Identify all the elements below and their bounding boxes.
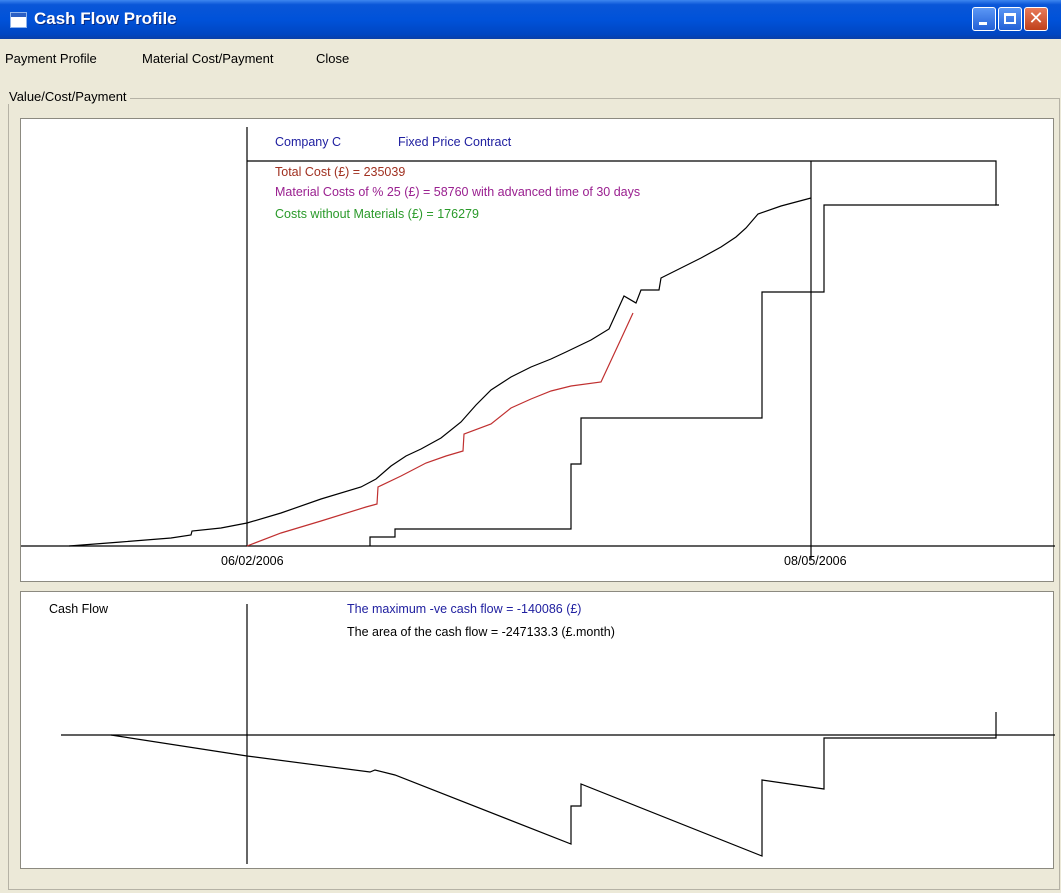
cash-flow-curve — [110, 712, 997, 857]
payment-step-line — [369, 204, 996, 546]
contract-label: Fixed Price Contract — [398, 135, 512, 149]
total-cost-label: Total Cost (£) = 235039 — [275, 165, 405, 179]
maximize-button[interactable] — [998, 7, 1022, 31]
total-cost-curve — [68, 197, 812, 547]
close-icon: ✕ — [1028, 8, 1044, 29]
title-bar: Cash Flow Profile ✕ — [0, 0, 1061, 39]
menu-bar: Payment Profile Material Cost/Payment Cl… — [0, 39, 1061, 73]
menu-payment-profile[interactable]: Payment Profile — [5, 51, 97, 66]
menu-material-cost-payment[interactable]: Material Cost/Payment — [142, 51, 274, 66]
cash-flow-area: The area of the cash flow = -247133.3 (£… — [347, 625, 615, 639]
company-label: Company C — [275, 135, 341, 149]
material-cost-label: Material Costs of % 25 (£) = 58760 with … — [275, 185, 640, 199]
close-window-button[interactable]: ✕ — [1024, 7, 1048, 31]
menu-close[interactable]: Close — [316, 51, 349, 66]
minimize-button[interactable] — [972, 7, 996, 31]
app-icon[interactable] — [10, 12, 27, 28]
costs-without-materials-label: Costs without Materials (£) = 176279 — [275, 207, 479, 221]
value-cost-chart: Company C Fixed Price Contract Total Cos… — [21, 127, 1055, 568]
cash-flow-chart-panel: Cash Flow The maximum -ve cash flow = -1… — [20, 591, 1055, 869]
window-title: Cash Flow Profile — [34, 9, 177, 28]
max-negative-cash-flow: The maximum -ve cash flow = -140086 (£) — [347, 602, 581, 616]
cash-flow-chart: Cash Flow The maximum -ve cash flow = -1… — [49, 602, 1055, 864]
start-date-label: 06/02/2006 — [221, 554, 284, 568]
maximize-icon — [1004, 13, 1016, 24]
minimize-icon — [979, 22, 987, 25]
end-date-label: 08/05/2006 — [784, 554, 847, 568]
value-cost-chart-panel: Company C Fixed Price Contract Total Cos… — [20, 118, 1055, 582]
cash-flow-title: Cash Flow — [49, 602, 109, 616]
group-label: Value/Cost/Payment — [6, 89, 130, 104]
